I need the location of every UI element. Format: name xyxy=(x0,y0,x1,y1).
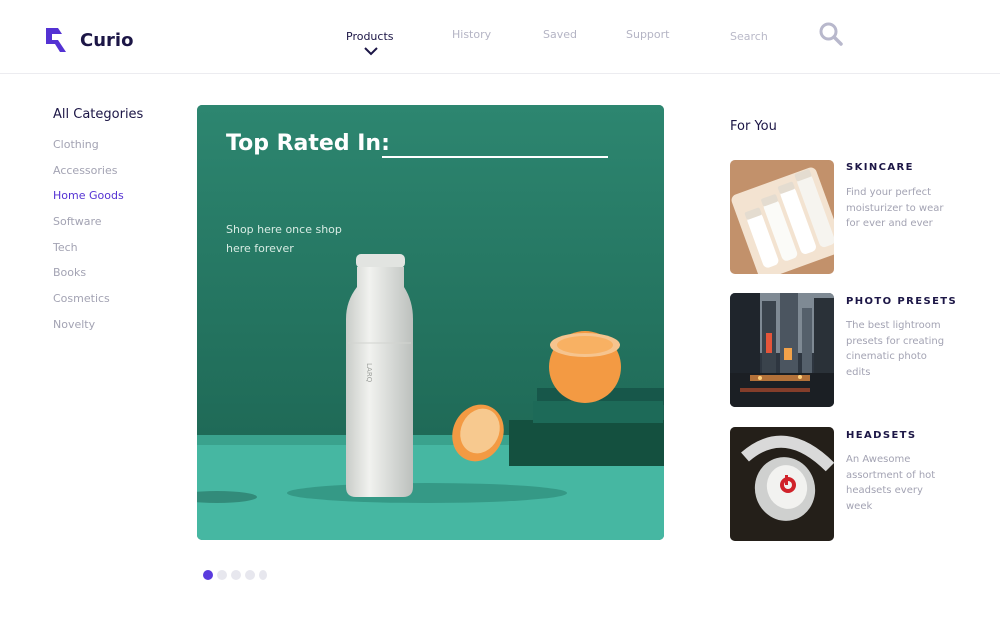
card-description-skincare: Find your perfect moisturizer to wear fo… xyxy=(846,187,944,230)
hero-banner[interactable]: LARQ Top Rated In: Shop here once shop h… xyxy=(197,105,664,540)
card-title-photo-presets[interactable]: PHOTO PRESETS xyxy=(846,296,957,307)
curio-logo-icon xyxy=(46,28,66,52)
category-item-novelty[interactable]: Novelty xyxy=(53,318,124,344)
brand-logo[interactable]: Curio xyxy=(44,26,133,54)
category-item-books[interactable]: Books xyxy=(53,266,124,292)
headphones-image[interactable] xyxy=(730,427,834,541)
card-description-headsets: An Awesome assortment of hot headsets ev… xyxy=(846,454,936,513)
category-item-tech[interactable]: Tech xyxy=(53,241,124,267)
categories-title: All Categories xyxy=(53,107,144,122)
carousel-dot[interactable] xyxy=(245,570,255,580)
category-item-clothing[interactable]: Clothing xyxy=(53,138,124,164)
carousel-dot[interactable] xyxy=(231,570,241,580)
nav-item-saved[interactable]: Saved xyxy=(543,28,577,41)
card-title-headsets[interactable]: HEADSETS xyxy=(846,430,917,441)
city-night-street-image[interactable] xyxy=(730,293,834,407)
carousel-dot[interactable] xyxy=(203,570,213,580)
hero-product-image: LARQ xyxy=(197,105,664,540)
nav-item-history[interactable]: History xyxy=(452,28,491,41)
search-icon[interactable] xyxy=(818,21,844,47)
search-input[interactable]: Search xyxy=(730,30,768,43)
chevron-down-icon[interactable] xyxy=(364,46,378,56)
carousel-dot[interactable] xyxy=(217,570,227,580)
category-item-cosmetics[interactable]: Cosmetics xyxy=(53,292,124,318)
skincare-bottles-image[interactable] xyxy=(730,160,834,274)
nav-item-products[interactable]: Products xyxy=(346,30,394,43)
for-you-title: For You xyxy=(730,119,777,134)
nav-item-support[interactable]: Support xyxy=(626,28,669,41)
category-item-software[interactable]: Software xyxy=(53,215,124,241)
card-title-skincare[interactable]: SKINCARE xyxy=(846,162,914,173)
top-navigation-bar: Curio Products History Saved Support Sea… xyxy=(0,0,1000,74)
category-item-accessories[interactable]: Accessories xyxy=(53,164,124,190)
brand-name: Curio xyxy=(80,29,134,51)
bottle-brand-text: LARQ xyxy=(365,363,373,383)
card-description-photo-presets: The best lightroom presets for creating … xyxy=(846,320,945,379)
hero-subtitle: Shop here once shop here forever xyxy=(226,223,342,255)
category-item-home-goods[interactable]: Home Goods xyxy=(53,189,124,215)
carousel-dot[interactable] xyxy=(259,570,267,580)
carousel-indicator xyxy=(203,570,267,580)
hero-title-underline xyxy=(382,156,608,158)
hero-title: Top Rated In: xyxy=(226,131,390,156)
category-list: Clothing Accessories Home Goods Software… xyxy=(53,138,124,344)
